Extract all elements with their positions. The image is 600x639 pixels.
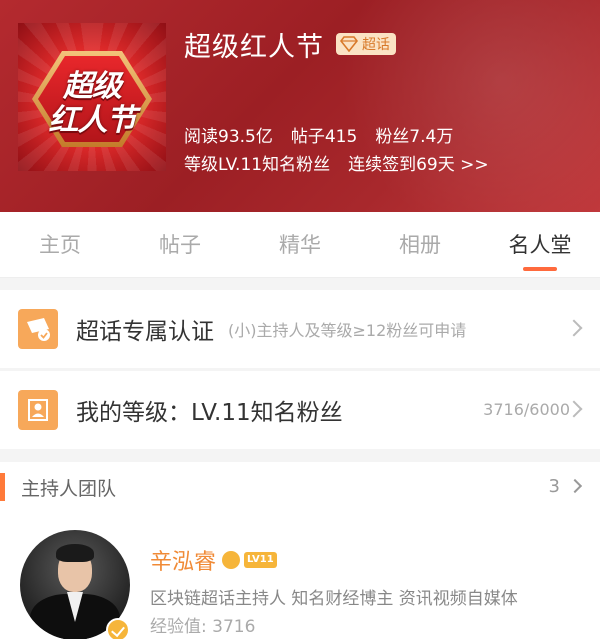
tab-bar: 主页 帖子 精华 相册 名人堂 (0, 212, 600, 278)
stats-row: 阅读93.5亿 帖子415 粉丝7.4万 (184, 122, 453, 147)
certification-label: 超话专属认证 (76, 319, 214, 345)
cover-logo-line2: 红人节 (48, 103, 137, 138)
host-team-count: 3 (548, 476, 560, 497)
chevron-right-icon (565, 319, 583, 337)
verified-icon (106, 618, 130, 639)
fan-medal-icon (222, 551, 241, 569)
host-name[interactable]: 辛泓睿 (150, 544, 216, 576)
tab-home[interactable]: 主页 (0, 212, 120, 277)
diamond-icon (340, 36, 358, 52)
user-level: 等级LV.11知名粉丝 (184, 155, 331, 175)
my-level-label: 我的等级：LV.11知名粉丝 (76, 400, 343, 426)
supertopic-badge: 超话 (336, 33, 396, 55)
host-description: 区块链超话主持人 知名财经博主 资讯视频自媒体 (150, 589, 518, 609)
supertopic-header: 超级 红人节 超级红人节 超话 阅读93.5亿 帖子415 粉丝7.4万 等级L… (0, 0, 600, 212)
host-team-header[interactable]: 主持人团队 3 (0, 462, 600, 512)
avatar-hair (56, 544, 94, 562)
tab-hall-of-fame[interactable]: 名人堂 (480, 212, 600, 277)
tab-posts[interactable]: 帖子 (120, 212, 240, 277)
post-count: 帖子415 (290, 127, 358, 147)
certification-row[interactable]: 超话专属认证 (小)主持人及等级≥12粉丝可申请 (0, 290, 600, 368)
title-row: 超级红人节 超话 (184, 26, 396, 63)
level-icon-glyph (28, 399, 48, 421)
level-row: 等级LV.11知名粉丝 连续签到69天 >> (184, 150, 489, 175)
supertopic-cover-image[interactable]: 超级 红人节 (18, 23, 166, 171)
tab-album[interactable]: 相册 (360, 212, 480, 277)
my-level-row[interactable]: 我的等级：LV.11知名粉丝 3716/6000 (0, 371, 600, 449)
level-badge: LV11 (244, 552, 277, 568)
chevron-right-icon (567, 478, 583, 494)
supertopic-badge-label: 超话 (362, 37, 390, 53)
tab-featured[interactable]: 精华 (240, 212, 360, 277)
host-team-title: 主持人团队 (21, 477, 117, 500)
certification-hint: (小)主持人及等级≥12粉丝可申请 (228, 321, 467, 340)
cover-logo-line1: 超级 (63, 69, 122, 104)
certification-icon-glyph (27, 318, 50, 341)
supertopic-title: 超级红人节 (184, 31, 324, 63)
level-progress: 3716/6000 (483, 400, 570, 419)
host-name-row: 辛泓睿 LV11 (150, 544, 277, 576)
host-experience: 经验值: 3716 (150, 617, 256, 637)
read-count: 阅读93.5亿 (184, 127, 273, 147)
checkin-link[interactable]: 连续签到69天 >> (348, 150, 489, 175)
fan-count: 粉丝7.4万 (375, 127, 454, 147)
host-list-item[interactable]: 辛泓睿 LV11 区块链超话主持人 知名财经博主 资讯视频自媒体 经验值: 37… (0, 512, 600, 639)
certification-icon (18, 309, 58, 349)
level-icon (18, 390, 58, 430)
section-accent-bar (0, 473, 5, 501)
